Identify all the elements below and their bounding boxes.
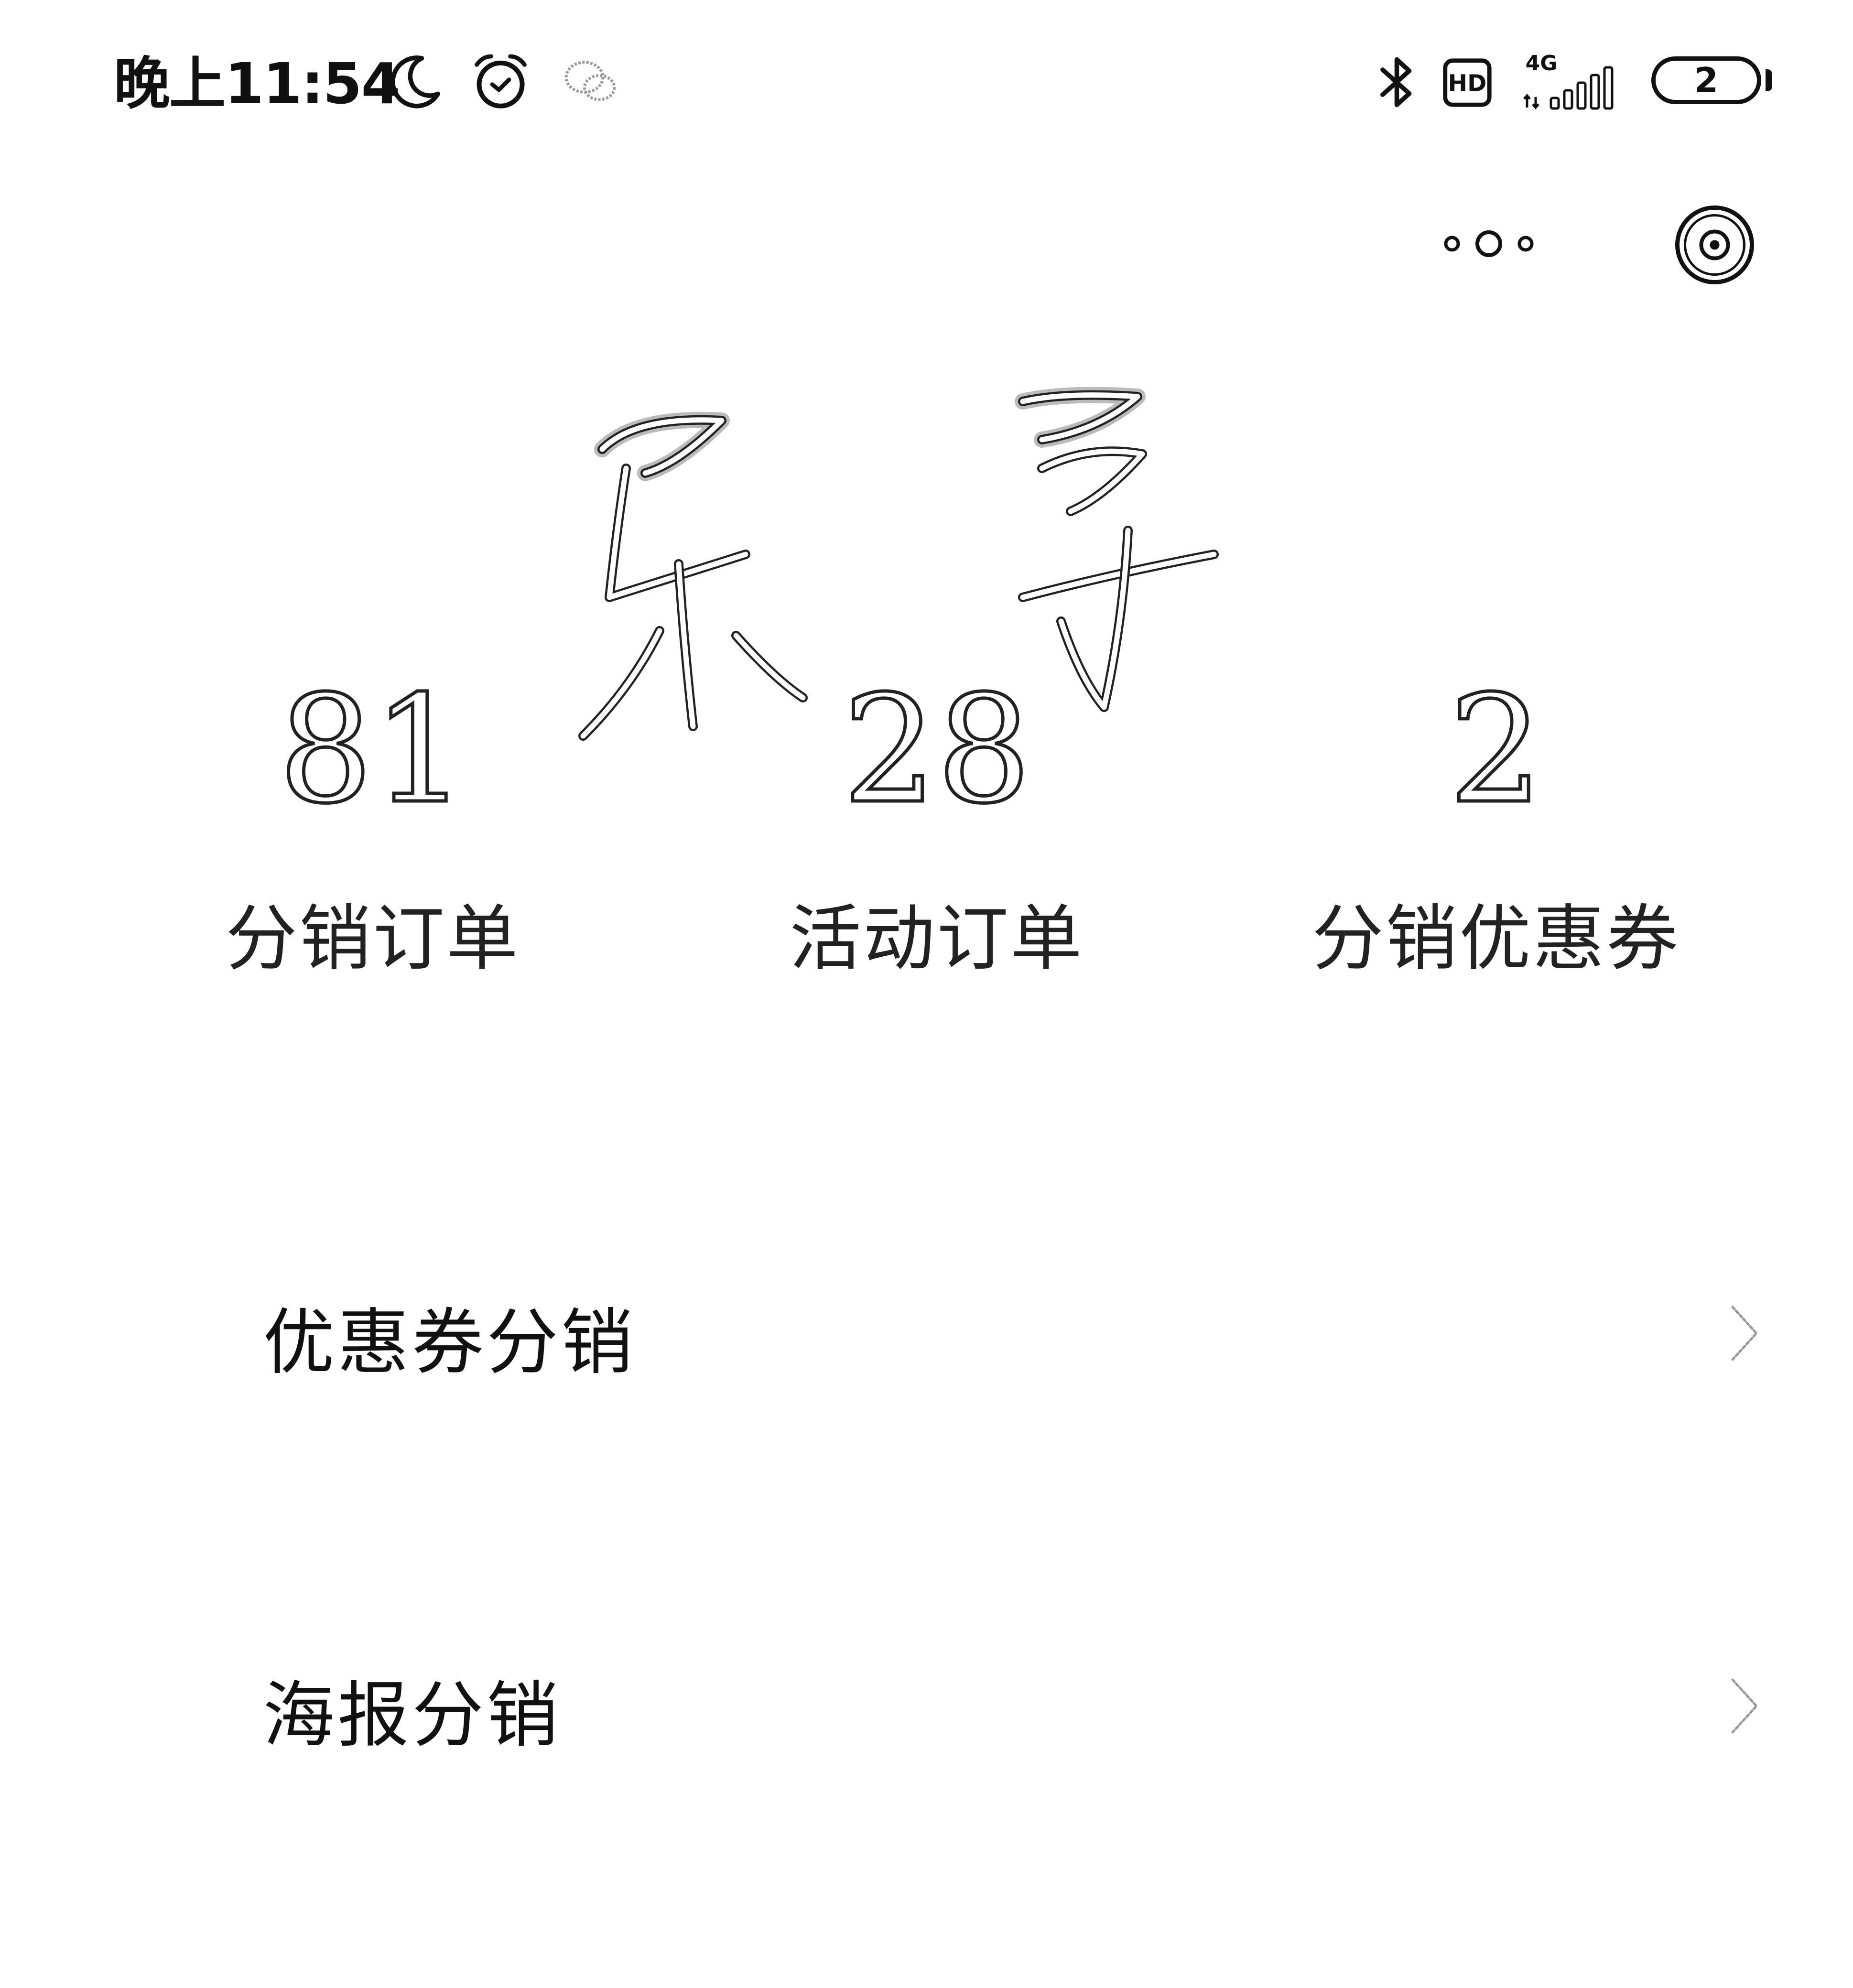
alarm-icon — [475, 54, 527, 108]
wechat-icon — [564, 61, 616, 101]
stat-value: 81 — [277, 662, 468, 838]
bluetooth-icon — [1380, 57, 1412, 108]
moon-icon — [390, 55, 440, 108]
stats-row: 81 分销订单 28 活动订单 2 分销优惠券 — [0, 659, 1853, 1032]
stat-distribution-coupons[interactable]: 2 分销优惠券 — [1257, 659, 1735, 984]
stat-activity-orders[interactable]: 28 活动订单 — [698, 659, 1176, 984]
stat-distribution-orders[interactable]: 81 分销订单 — [134, 659, 612, 984]
more-icon[interactable] — [1439, 225, 1539, 263]
status-bar: 晚上11:54 HD 4G 2 — [0, 0, 1853, 158]
battery-indicator: 2 — [1651, 56, 1761, 104]
chevron-right-icon — [1731, 1678, 1758, 1734]
stat-label: 活动订单 — [789, 897, 1084, 981]
menu-item-coupon-distribution[interactable]: 优惠券分销 — [0, 1242, 1853, 1615]
svg-text:HD: HD — [1448, 70, 1487, 97]
stat-label: 分销优惠券 — [1311, 897, 1680, 981]
menu-item-label: 海报分销 — [263, 1674, 562, 1757]
chevron-right-icon — [1731, 1306, 1758, 1361]
target-icon[interactable] — [1673, 203, 1756, 287]
stat-value: 2 — [1447, 662, 1545, 838]
svg-text:4G: 4G — [1526, 51, 1558, 76]
menu-item-label: 优惠券分销 — [263, 1301, 636, 1384]
status-time: 晚上11:54 — [114, 51, 401, 117]
battery-text: 2 — [1694, 60, 1719, 100]
battery-tip — [1766, 69, 1772, 91]
menu-list: 优惠券分销 海报分销 — [0, 1242, 1853, 1988]
4g-signal-icon: 4G — [1523, 51, 1614, 110]
stat-label: 分销订单 — [225, 897, 520, 981]
menu-item-poster-distribution[interactable]: 海报分销 — [0, 1615, 1853, 1988]
stat-value: 28 — [841, 662, 1032, 838]
hd-icon: HD — [1443, 58, 1492, 107]
